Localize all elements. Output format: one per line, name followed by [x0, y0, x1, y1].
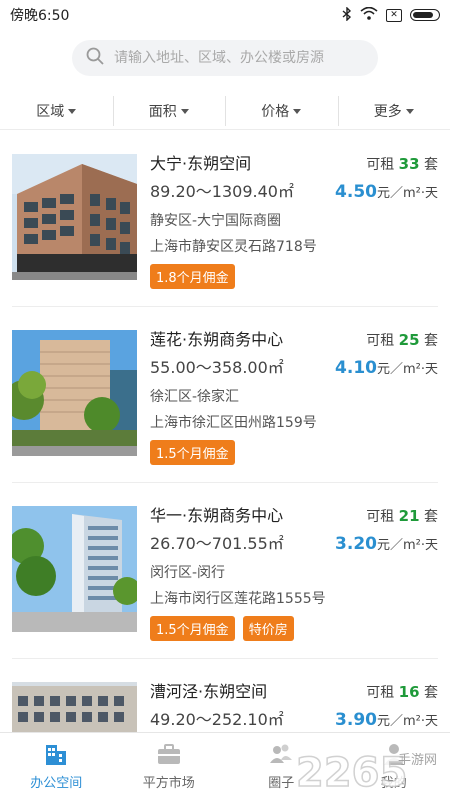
- bluetooth-icon: [342, 5, 352, 24]
- tab-circle[interactable]: 圈子: [225, 733, 338, 800]
- caret-down-icon: [405, 109, 414, 114]
- caret-down-icon: [180, 109, 189, 114]
- tag-list: 1.5个月佣金: [150, 440, 438, 465]
- price-unit: 元／m²·天: [376, 362, 438, 377]
- briefcase-icon: [156, 742, 182, 766]
- building-icon: [43, 742, 69, 766]
- price-unit: 元／m²·天: [376, 186, 438, 201]
- district: 闵行区-闵行: [150, 565, 226, 581]
- person-icon: [381, 742, 407, 766]
- bottom-tab-bar: 办公空间 平方市场 圈子 我的: [0, 732, 450, 800]
- price: 4.10元／m²·天: [335, 358, 438, 378]
- availability: 可租 16 套: [366, 682, 438, 702]
- listing-card[interactable]: 漕河泾·东朔空间 可租 16 套 49.20～252.10㎡ 3.90元／m²·…: [12, 660, 438, 732]
- building-photo: [12, 154, 137, 280]
- status-time: 傍晚6:50: [10, 8, 70, 24]
- avail-unit: 套: [424, 157, 438, 173]
- caret-down-icon: [293, 109, 302, 114]
- wifi-icon: [360, 6, 378, 23]
- price: 4.50元／m²·天: [335, 182, 438, 202]
- sim-off-icon: ✕: [386, 8, 402, 22]
- filter-label: 价格: [261, 103, 290, 120]
- listing-card[interactable]: 华一·东朔商务中心 可租 21 套 26.70～701.55㎡ 3.20元／m²…: [12, 484, 438, 659]
- availability: 可租 21 套: [366, 506, 438, 526]
- area-range: 55.00～358.00㎡: [150, 358, 284, 377]
- commission-tag: 1.5个月佣金: [150, 616, 235, 641]
- status-icons: ✕: [342, 5, 440, 24]
- avail-prefix: 可租: [366, 509, 395, 525]
- commission-tag: 1.5个月佣金: [150, 440, 235, 465]
- area-range: 49.20～252.10㎡: [150, 710, 284, 729]
- avail-prefix: 可租: [366, 685, 395, 701]
- availability: 可租 33 套: [366, 154, 438, 174]
- filter-label: 更多: [373, 103, 402, 120]
- commission-tag: 1.8个月佣金: [150, 264, 235, 289]
- special-price-tag: 特价房: [242, 616, 294, 641]
- address: 上海市静安区灵石路718号: [150, 239, 317, 255]
- search-bar[interactable]: [72, 40, 378, 76]
- address: 上海市闵行区莲花路1555号: [150, 591, 326, 607]
- filter-more[interactable]: 更多: [337, 92, 450, 129]
- listing-name: 华一·东朔商务中心: [150, 506, 284, 525]
- filter-price[interactable]: 价格: [225, 92, 338, 129]
- filter-label: 区域: [36, 103, 65, 120]
- tab-label: 办公空间: [30, 776, 83, 791]
- caret-down-icon: [68, 109, 77, 114]
- availability: 可租 25 套: [366, 330, 438, 350]
- tab-label: 我的: [380, 776, 407, 791]
- tab-label: 平方市场: [142, 776, 195, 791]
- avail-unit: 套: [424, 685, 438, 701]
- price-value: 4.10: [335, 358, 377, 378]
- listing-info: 漕河泾·东朔空间 可租 16 套 49.20～252.10㎡ 3.90元／m²·…: [150, 678, 438, 732]
- price-unit: 元／m²·天: [376, 714, 438, 729]
- district: 徐汇区-徐家汇: [150, 389, 240, 405]
- avail-count: 25: [398, 331, 420, 349]
- building-photo: [12, 330, 137, 456]
- search-input[interactable]: [114, 50, 364, 66]
- avail-unit: 套: [424, 509, 438, 525]
- tab-mine[interactable]: 我的: [338, 733, 450, 800]
- listing-info: 大宁·东朔空间 可租 33 套 89.20～1309.40㎡ 4.50元／m²·…: [150, 150, 438, 289]
- tab-office-space[interactable]: 办公空间: [0, 733, 113, 800]
- tab-square-market[interactable]: 平方市场: [113, 733, 226, 800]
- listing-info: 莲花·东朔商务中心 可租 25 套 55.00～358.00㎡ 4.10元／m²…: [150, 326, 438, 465]
- price: 3.90元／m²·天: [335, 710, 438, 730]
- avail-prefix: 可租: [366, 157, 395, 173]
- building-photo: [12, 682, 137, 732]
- price-value: 3.90: [335, 710, 377, 730]
- district: 静安区-大宁国际商圈: [150, 213, 282, 229]
- people-icon: [268, 742, 294, 766]
- listing-name: 莲花·东朔商务中心: [150, 330, 284, 349]
- price-unit: 元／m²·天: [376, 538, 438, 553]
- area-range: 89.20～1309.40㎡: [150, 182, 294, 201]
- filter-area[interactable]: 面积: [112, 92, 226, 129]
- avail-count: 16: [398, 683, 420, 701]
- avail-count: 21: [398, 507, 420, 525]
- listing-card[interactable]: 莲花·东朔商务中心 可租 25 套 55.00～358.00㎡ 4.10元／m²…: [12, 308, 438, 483]
- avail-count: 33: [398, 155, 420, 173]
- tab-label: 圈子: [268, 776, 295, 791]
- price-value: 3.20: [335, 534, 377, 554]
- battery-icon: [410, 9, 440, 21]
- listing-info: 华一·东朔商务中心 可租 21 套 26.70～701.55㎡ 3.20元／m²…: [150, 502, 438, 641]
- tag-list: 1.8个月佣金: [150, 264, 438, 289]
- search-icon: [86, 47, 114, 69]
- status-bar: 傍晚6:50 ✕: [0, 0, 450, 30]
- listing-card[interactable]: 大宁·东朔空间 可租 33 套 89.20～1309.40㎡ 4.50元／m²·…: [12, 132, 438, 307]
- avail-unit: 套: [424, 333, 438, 349]
- address: 上海市徐汇区田州路159号: [150, 415, 317, 431]
- listing-list[interactable]: 大宁·东朔空间 可租 33 套 89.20～1309.40㎡ 4.50元／m²·…: [0, 132, 450, 732]
- area-range: 26.70～701.55㎡: [150, 534, 284, 553]
- listing-name: 大宁·东朔空间: [150, 154, 252, 173]
- building-photo: [12, 506, 137, 632]
- filter-region[interactable]: 区域: [0, 92, 113, 129]
- listing-name: 漕河泾·东朔空间: [150, 682, 268, 701]
- price: 3.20元／m²·天: [335, 534, 438, 554]
- avail-prefix: 可租: [366, 333, 395, 349]
- tag-list: 1.5个月佣金 特价房: [150, 616, 438, 641]
- price-value: 4.50: [335, 182, 377, 202]
- filter-bar: 区域 面积 价格 更多: [0, 92, 450, 130]
- filter-label: 面积: [148, 103, 177, 120]
